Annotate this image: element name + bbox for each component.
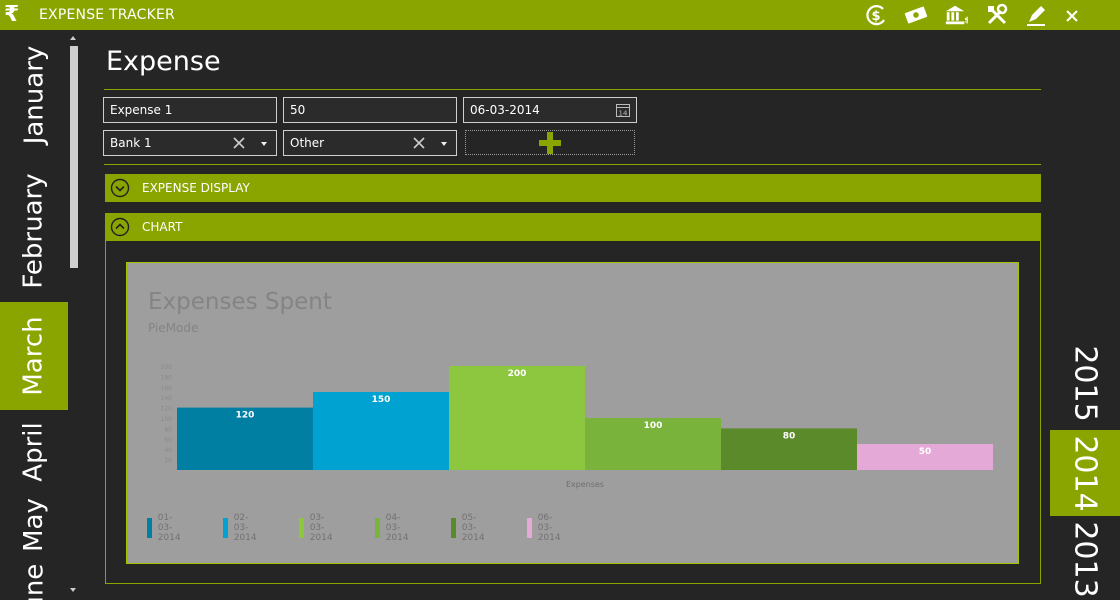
y-tick-label: 200 bbox=[161, 364, 173, 371]
legend-swatch bbox=[527, 518, 532, 538]
add-expense-button[interactable] bbox=[465, 130, 635, 155]
svg-text:14: 14 bbox=[619, 110, 628, 118]
scroll-down-icon[interactable] bbox=[70, 588, 76, 592]
divider bbox=[104, 89, 1041, 90]
clear-category-icon[interactable] bbox=[412, 136, 426, 150]
close-icon[interactable] bbox=[1062, 6, 1082, 26]
expense-name-input[interactable]: Expense 1 bbox=[103, 97, 277, 123]
chevron-down-icon[interactable] bbox=[110, 178, 130, 198]
plus-icon bbox=[537, 130, 563, 156]
chart-container: Expenses Spent PieMode 200 180 160 140 120 10… bbox=[126, 262, 1019, 564]
y-tick-label: 140 bbox=[161, 395, 173, 402]
month-march-selected[interactable]: March bbox=[0, 302, 68, 410]
legend-label: 04-03-2014 bbox=[385, 513, 409, 543]
account-select[interactable]: Bank 1 bbox=[103, 130, 277, 156]
cash-icon[interactable] bbox=[904, 3, 928, 27]
svg-text:$: $ bbox=[871, 9, 880, 24]
legend-label: 02-03-2014 bbox=[233, 513, 257, 543]
legend-swatch bbox=[375, 518, 380, 538]
expense-name-value: Expense 1 bbox=[110, 103, 173, 117]
expense-display-expander[interactable]: EXPENSE DISPLAY bbox=[105, 174, 1041, 202]
data-label: 150 bbox=[372, 395, 391, 405]
y-tick-label: 60 bbox=[164, 437, 172, 444]
year-2014-selected[interactable]: 2014 bbox=[1050, 430, 1120, 516]
y-tick-label: 120 bbox=[161, 406, 173, 413]
legend-swatch bbox=[147, 518, 152, 538]
data-label: 80 bbox=[783, 431, 796, 441]
month-january[interactable]: January bbox=[0, 30, 68, 160]
chart-expander[interactable]: CHART bbox=[105, 213, 1041, 241]
chevron-up-icon[interactable] bbox=[110, 217, 130, 237]
y-tick-label: 80 bbox=[164, 426, 172, 433]
rupee-logo-icon: ₹ bbox=[4, 2, 20, 27]
svg-text:$: $ bbox=[964, 14, 968, 24]
y-tick-label: 160 bbox=[161, 385, 173, 392]
chevron-down-icon[interactable] bbox=[441, 142, 447, 146]
year-2013[interactable]: 2013 bbox=[1050, 516, 1120, 600]
expense-display-label: EXPENSE DISPLAY bbox=[142, 181, 250, 195]
legend-swatch bbox=[299, 518, 304, 538]
year-2015[interactable]: 2015 bbox=[1050, 340, 1120, 426]
legend-item[interactable]: 05-03-2014 bbox=[451, 513, 489, 543]
app-title: EXPENSE TRACKER bbox=[39, 7, 175, 23]
chart-bar[interactable] bbox=[449, 366, 585, 470]
data-label: 100 bbox=[644, 421, 663, 431]
year-selector[interactable]: 2015 2014 2013 bbox=[1050, 340, 1120, 600]
calendar-icon[interactable]: 14 bbox=[615, 102, 631, 118]
clear-account-icon[interactable] bbox=[232, 136, 246, 150]
amount-value: 50 bbox=[290, 103, 306, 117]
edit-icon[interactable] bbox=[1024, 3, 1048, 27]
legend-label: 05-03-2014 bbox=[461, 513, 485, 543]
legend-label: 01-03-2014 bbox=[157, 513, 181, 543]
legend-item[interactable]: 02-03-2014 bbox=[223, 513, 261, 543]
y-tick-label: 180 bbox=[161, 374, 173, 381]
x-axis-label: Expenses bbox=[566, 480, 604, 489]
month-selector[interactable]: June May April March February January bbox=[0, 30, 68, 600]
chart-section-label: CHART bbox=[142, 220, 183, 234]
amount-input[interactable]: 50 bbox=[283, 97, 457, 123]
account-value: Bank 1 bbox=[110, 136, 152, 150]
legend-item[interactable]: 04-03-2014 bbox=[375, 513, 413, 543]
legend-item[interactable]: 01-03-2014 bbox=[147, 513, 185, 543]
month-may[interactable]: May bbox=[0, 494, 68, 556]
month-april[interactable]: April bbox=[0, 410, 68, 494]
divider bbox=[104, 164, 1041, 165]
legend-swatch bbox=[223, 518, 228, 538]
legend-item[interactable]: 03-03-2014 bbox=[299, 513, 337, 543]
currency-icon[interactable]: $ bbox=[864, 3, 888, 27]
scroll-thumb[interactable] bbox=[70, 46, 78, 268]
data-label: 120 bbox=[236, 411, 255, 421]
y-tick-label: 40 bbox=[164, 447, 172, 454]
category-select[interactable]: Other bbox=[283, 130, 457, 156]
data-label: 200 bbox=[508, 369, 527, 379]
legend-label: 03-03-2014 bbox=[309, 513, 333, 543]
tools-icon[interactable] bbox=[985, 3, 1009, 27]
bank-icon[interactable]: $ bbox=[944, 3, 968, 27]
legend-item[interactable]: 06-03-2014 bbox=[527, 513, 565, 543]
data-label: 50 bbox=[919, 447, 932, 457]
y-tick-label: 20 bbox=[164, 458, 172, 465]
legend-label: 06-03-2014 bbox=[537, 513, 561, 543]
scroll-up-icon[interactable] bbox=[70, 36, 76, 40]
month-february[interactable]: February bbox=[0, 160, 68, 302]
vertical-scrollbar[interactable] bbox=[68, 30, 80, 600]
month-june[interactable]: June bbox=[0, 556, 68, 600]
chevron-down-icon[interactable] bbox=[261, 142, 267, 146]
title-bar: ₹ EXPENSE TRACKER $ $ bbox=[0, 0, 1120, 30]
date-picker[interactable]: 06-03-2014 14 bbox=[463, 97, 637, 123]
category-value: Other bbox=[290, 136, 325, 150]
page-title: Expense bbox=[106, 46, 221, 77]
legend-swatch bbox=[451, 518, 456, 538]
date-value: 06-03-2014 bbox=[470, 103, 540, 117]
y-tick-label: 100 bbox=[161, 416, 173, 423]
